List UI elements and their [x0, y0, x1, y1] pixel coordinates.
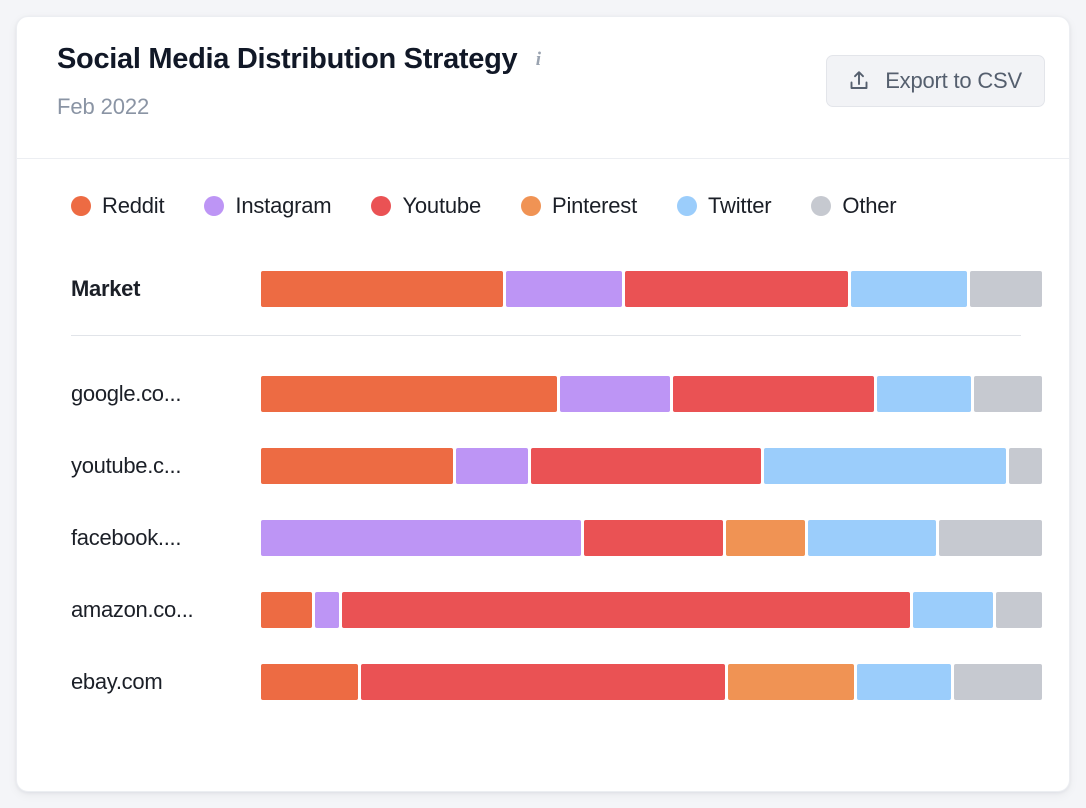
legend-item-pinterest[interactable]: Pinterest [520, 193, 638, 219]
bar-segment-youtube[interactable] [584, 520, 723, 556]
legend-label: Instagram [235, 193, 332, 218]
bar-segment-reddit[interactable] [261, 376, 558, 412]
bar-segment-reddit[interactable] [261, 448, 454, 484]
row-label[interactable]: youtube.c... [57, 453, 261, 479]
bar-segment-reddit[interactable] [261, 664, 358, 700]
stacked-bar [261, 592, 1045, 628]
stacked-bar [261, 376, 1045, 412]
bar-segment-youtube[interactable] [673, 376, 875, 412]
stacked-bar [261, 448, 1045, 484]
bar-segment-reddit[interactable] [261, 271, 503, 307]
chart-card: Social Media Distribution Strategy i Feb… [16, 16, 1070, 792]
bar-segment-twitter[interactable] [912, 592, 993, 628]
legend-item-reddit[interactable]: Reddit [71, 193, 165, 219]
row-label[interactable]: google.co... [57, 381, 261, 407]
legend-label: Twitter [708, 193, 772, 218]
stacked-bar [261, 520, 1045, 556]
legend-label: Youtube [402, 193, 481, 218]
bar-segment-youtube[interactable] [341, 592, 910, 628]
bar-segment-instagram[interactable] [560, 376, 671, 412]
bar-segment-twitter[interactable] [877, 376, 972, 412]
bar-segment-youtube[interactable] [531, 448, 762, 484]
legend-dot-icon [371, 196, 392, 216]
card-header: Social Media Distribution Strategy i Feb… [17, 17, 1069, 159]
bar-segment-twitter[interactable] [808, 520, 937, 556]
legend-dot-icon [204, 196, 225, 216]
bar-segment-other[interactable] [954, 664, 1042, 700]
bar-segment-twitter[interactable] [850, 271, 967, 307]
legend-label: Other [842, 193, 897, 218]
bar-segment-twitter[interactable] [764, 448, 1006, 484]
table-row: Market [57, 255, 1045, 323]
bar-segment-instagram[interactable] [315, 592, 339, 628]
table-row: youtube.c... [57, 430, 1045, 502]
export-to-csv-label: Export to CSV [885, 68, 1022, 93]
table-row: ebay.com [57, 646, 1045, 718]
bar-segment-instagram[interactable] [261, 520, 581, 556]
bar-segment-youtube[interactable] [624, 271, 848, 307]
legend-item-youtube[interactable]: Youtube [371, 193, 481, 219]
table-row: facebook.... [57, 502, 1045, 574]
bar-segment-youtube[interactable] [360, 664, 726, 700]
bar-segment-other[interactable] [1008, 448, 1042, 484]
table-row: amazon.co... [57, 574, 1045, 646]
stacked-bar [261, 271, 1045, 307]
bar-segment-other[interactable] [939, 520, 1042, 556]
legend-label: Reddit [102, 193, 165, 218]
bar-segment-other[interactable] [969, 271, 1042, 307]
upload-icon [847, 69, 871, 93]
legend-label: Pinterest [551, 193, 638, 218]
legend-item-instagram[interactable]: Instagram [204, 193, 332, 219]
stacked-bar [261, 664, 1045, 700]
bar-segment-other[interactable] [995, 592, 1042, 628]
legend-dot-icon [71, 196, 91, 216]
legend-dot-icon [677, 196, 698, 216]
page-title: Social Media Distribution Strategy [57, 43, 518, 75]
row-label[interactable]: Market [57, 276, 261, 302]
chart-legend: Reddit Instagram Youtube Pinterest Twitter Ot… [57, 193, 1045, 219]
legend-item-other[interactable]: Other [811, 193, 897, 219]
row-label[interactable]: facebook.... [57, 525, 261, 551]
export-to-csv-button[interactable]: Export to CSV [826, 55, 1045, 107]
row-label[interactable]: ebay.com [57, 669, 261, 695]
bar-segment-pinterest[interactable] [728, 664, 854, 700]
table-row: google.co... [57, 358, 1045, 430]
bar-segment-instagram[interactable] [505, 271, 622, 307]
bar-segment-twitter[interactable] [856, 664, 952, 700]
bar-segment-other[interactable] [974, 376, 1042, 412]
info-icon[interactable]: i [529, 49, 547, 71]
legend-dot-icon [811, 196, 832, 216]
chart-rows: Market google.co... youtube.c... facebook..… [57, 255, 1045, 718]
legend-dot-icon [520, 196, 541, 216]
bar-segment-reddit[interactable] [261, 592, 313, 628]
legend-item-twitter[interactable]: Twitter [677, 193, 772, 219]
card-body: Reddit Instagram Youtube Pinterest Twitter Ot… [17, 159, 1069, 718]
bar-segment-pinterest[interactable] [725, 520, 806, 556]
bar-segment-instagram[interactable] [456, 448, 529, 484]
row-label[interactable]: amazon.co... [57, 597, 261, 623]
section-divider [71, 335, 1021, 336]
